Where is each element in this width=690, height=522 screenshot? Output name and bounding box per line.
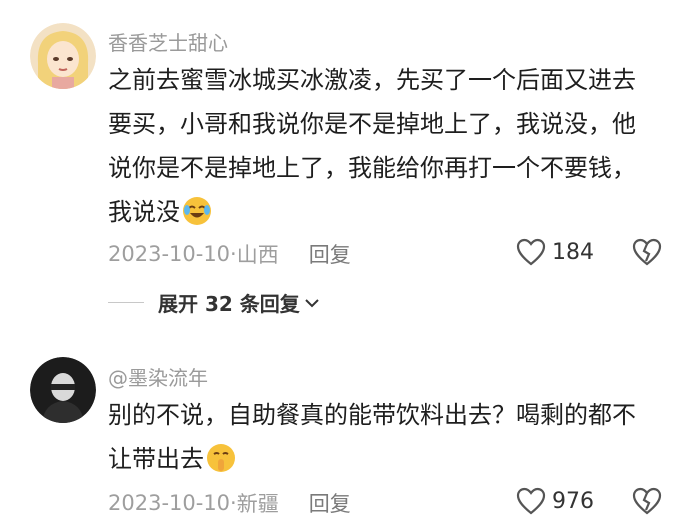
- comment-meta: 2023-10-10 · 山西 回复: [108, 239, 351, 269]
- divider-line: [108, 302, 144, 303]
- avatar[interactable]: [30, 357, 96, 423]
- reply-button[interactable]: 回复: [309, 239, 351, 269]
- dislike-button[interactable]: [632, 487, 662, 519]
- broken-heart-icon: [632, 487, 662, 515]
- comment-date: 2023-10-10: [108, 242, 231, 266]
- meta-separator: ·: [230, 242, 237, 266]
- shushing-face-emoji-icon: [206, 443, 236, 473]
- laughing-crying-emoji-icon: [182, 196, 212, 226]
- heart-icon: [516, 238, 546, 266]
- like-count: 184: [552, 239, 594, 265]
- dislike-button[interactable]: [632, 238, 662, 270]
- username[interactable]: 香香芝士甜心: [108, 27, 228, 56]
- comment-date: 2023-10-10: [108, 491, 231, 515]
- like-count: 976: [552, 488, 594, 514]
- username[interactable]: @墨染流年: [108, 362, 208, 391]
- comment-text: 别的不说，自助餐真的能带饮料出去？喝剩的都不让带出去: [108, 393, 648, 481]
- meta-separator: ·: [230, 491, 237, 515]
- broken-heart-icon: [632, 238, 662, 266]
- expand-replies-button[interactable]: 展开 32 条回复: [108, 288, 320, 317]
- comment-text: 之前去蜜雪冰城买冰激凌，先买了一个后面又进去要买，小哥和我说你是不是掉地上了，我…: [108, 58, 648, 234]
- chevron-down-icon: [305, 298, 319, 307]
- comment-meta: 2023-10-10 · 新疆 回复: [108, 488, 351, 518]
- comment-location: 山西: [236, 243, 279, 267]
- reply-button[interactable]: 回复: [309, 488, 351, 518]
- heart-icon: [516, 487, 546, 515]
- comment-text-content: 别的不说，自助餐真的能带饮料出去？喝剩的都不让带出去: [108, 401, 636, 473]
- like-button[interactable]: 976: [516, 487, 594, 515]
- like-button[interactable]: 184: [516, 238, 594, 266]
- avatar[interactable]: [30, 23, 96, 89]
- expand-replies-label: 展开 32 条回复: [158, 292, 300, 316]
- comment-location: 新疆: [236, 492, 279, 516]
